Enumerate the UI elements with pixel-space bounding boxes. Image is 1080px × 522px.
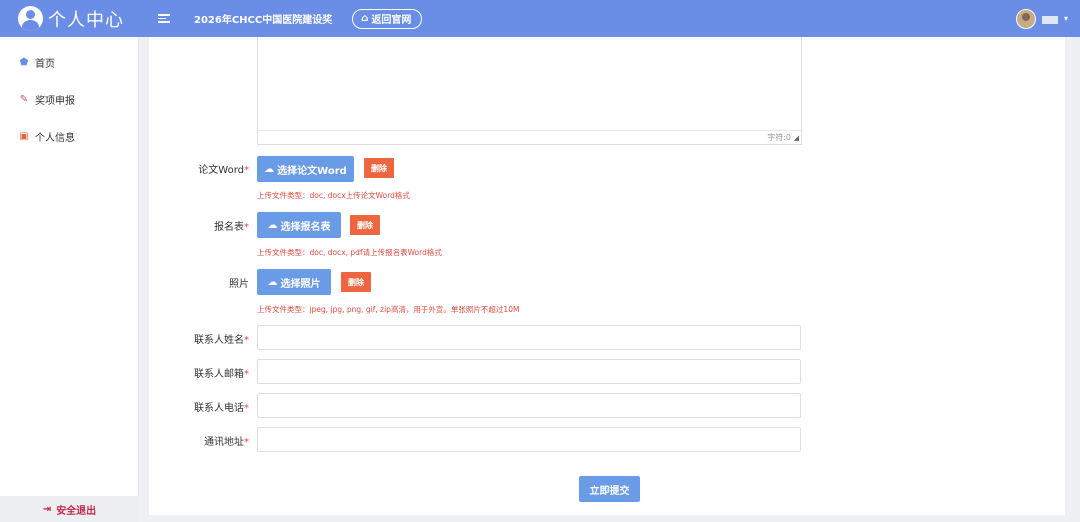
select-paper-word-button[interactable]: ☁ 选择论文Word bbox=[257, 156, 354, 182]
delete-paper-button[interactable]: 删除 bbox=[364, 158, 394, 178]
sidebar-item-home[interactable]: ⬟ 首页 bbox=[0, 44, 138, 81]
char-counter: 字符:0 bbox=[258, 130, 801, 144]
select-registration-button[interactable]: ☁ 选择报名表 bbox=[257, 212, 341, 238]
logout-label: 安全退出 bbox=[56, 505, 97, 517]
avatar[interactable] bbox=[1015, 8, 1036, 29]
photo-hint: 上传文件类型：jpeg, jpg, png, gif, zip高清，用于外宣。单… bbox=[257, 305, 520, 314]
brand: 个人中心 bbox=[0, 6, 140, 32]
delete-registration-button[interactable]: 删除 bbox=[350, 215, 380, 235]
chevron-down-icon[interactable]: ▾ bbox=[1064, 14, 1068, 23]
paper-hint: 上传文件类型：doc, docx上传论文Word格式 bbox=[257, 191, 410, 200]
address-label: 通讯地址* bbox=[204, 437, 249, 448]
photo-label: 照片 bbox=[229, 279, 249, 290]
paper-word-label: 论文Word* bbox=[198, 165, 249, 176]
resize-handle-icon[interactable]: ◢ bbox=[794, 134, 799, 142]
address-input[interactable] bbox=[257, 427, 801, 452]
form-panel: 字符:0 ◢ 论文Word* ☁ 选择论文Word 删除 上传文件类型：doc,… bbox=[149, 37, 1065, 515]
sidebar: ⬟ 首页 ✎ 奖项申报 ▣ 个人信息 ⇥ 安全退出 bbox=[0, 37, 139, 522]
select-photo-button[interactable]: ☁ 选择照片 bbox=[257, 269, 331, 295]
user-logo-icon bbox=[18, 6, 43, 31]
menu-toggle-icon[interactable] bbox=[158, 14, 170, 23]
delete-photo-button[interactable]: 删除 bbox=[341, 272, 371, 292]
id-card-icon: ▣ bbox=[19, 131, 29, 142]
submit-button[interactable]: 立即提交 bbox=[579, 476, 640, 502]
registration-label: 报名表* bbox=[214, 222, 249, 233]
description-textarea[interactable]: 字符:0 ◢ bbox=[257, 37, 802, 145]
user-name[interactable] bbox=[1041, 15, 1058, 24]
home-icon: ⌂ bbox=[361, 13, 369, 24]
sidebar-item-label: 奖项申报 bbox=[35, 96, 75, 107]
back-to-site-label: 返回官网 bbox=[371, 15, 412, 26]
contact-email-input[interactable] bbox=[257, 359, 801, 384]
sidebar-item-label: 首页 bbox=[35, 59, 55, 70]
cloud-upload-icon: ☁ bbox=[267, 276, 278, 288]
app-title: 个人中心 bbox=[48, 9, 124, 31]
sidebar-item-award[interactable]: ✎ 奖项申报 bbox=[0, 81, 138, 118]
user-menu[interactable]: ▾ bbox=[1015, 8, 1068, 29]
back-to-site-button[interactable]: ⌂ 返回官网 bbox=[352, 8, 423, 29]
logout-button[interactable]: ⇥ 安全退出 bbox=[0, 496, 139, 522]
registration-hint: 上传文件类型：doc, docx, pdf请上传报名表Word格式 bbox=[257, 248, 442, 257]
home-icon: ⬟ bbox=[19, 57, 29, 68]
cloud-upload-icon: ☁ bbox=[264, 163, 275, 175]
contact-phone-input[interactable] bbox=[257, 393, 801, 418]
site-title: 2026年CHCC中国医院建设奖 bbox=[194, 15, 333, 26]
contact-phone-label: 联系人电话* bbox=[194, 403, 249, 414]
logout-icon: ⇥ bbox=[42, 503, 52, 515]
contact-name-input[interactable] bbox=[257, 325, 801, 350]
sidebar-item-label: 个人信息 bbox=[35, 133, 75, 144]
sidebar-item-profile[interactable]: ▣ 个人信息 bbox=[0, 118, 138, 155]
top-bar: 个人中心 2026年CHCC中国医院建设奖 ⌂ 返回官网 ▾ bbox=[0, 0, 1080, 37]
contact-name-label: 联系人姓名* bbox=[194, 335, 249, 346]
cloud-upload-icon: ☁ bbox=[267, 219, 278, 231]
award-icon: ✎ bbox=[19, 94, 29, 105]
contact-email-label: 联系人邮箱* bbox=[194, 369, 249, 380]
